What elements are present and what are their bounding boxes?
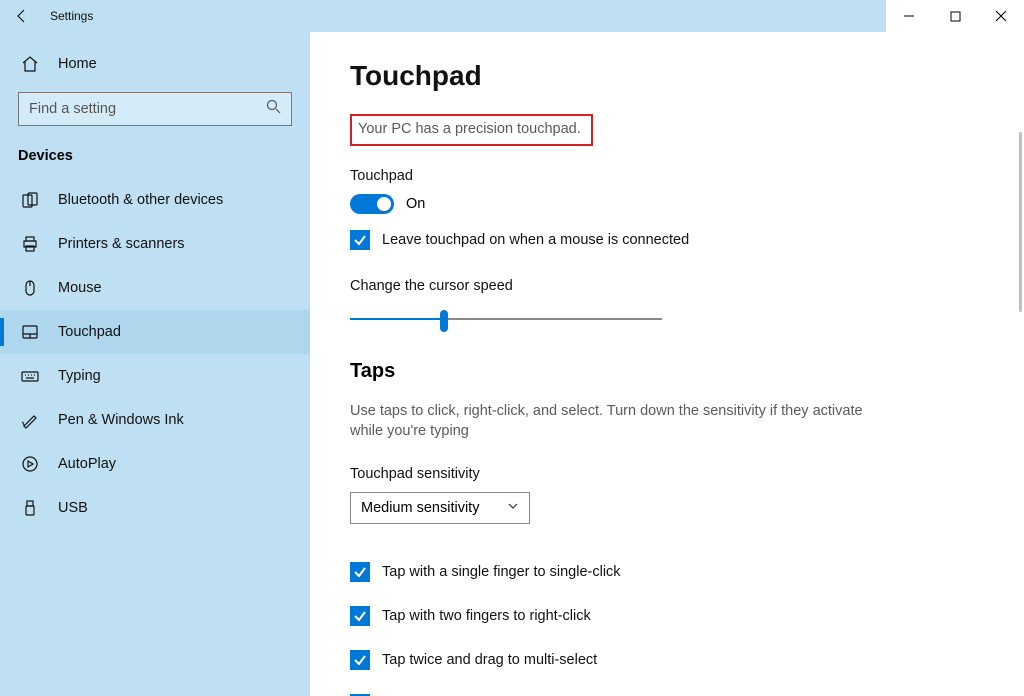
leave-on-checkbox[interactable]	[350, 230, 370, 250]
close-button[interactable]	[978, 0, 1024, 32]
sidebar-item-label: Printers & scanners	[58, 236, 185, 252]
sidebar-item-autoplay[interactable]: AutoPlay	[0, 442, 310, 486]
sidebar-item-mouse[interactable]: Mouse	[0, 266, 310, 310]
sensitivity-value: Medium sensitivity	[361, 500, 479, 516]
sidebar: Home Devices Bluetooth & other de	[0, 32, 310, 696]
sidebar-item-label: Pen & Windows Ink	[58, 412, 184, 428]
page-title: Touchpad	[350, 60, 984, 92]
sidebar-item-label: USB	[58, 500, 88, 516]
tap-single-click-label: Tap with a single finger to single-click	[382, 564, 621, 580]
sidebar-item-pen[interactable]: Pen & Windows Ink	[0, 398, 310, 442]
devices-icon	[20, 190, 40, 210]
tap-drag-label: Tap twice and drag to multi-select	[382, 652, 597, 668]
window-title: Settings	[50, 9, 93, 23]
sidebar-item-label: AutoPlay	[58, 456, 116, 472]
home-icon	[20, 54, 40, 74]
settings-window: Settings Home	[0, 0, 1024, 696]
search-icon	[266, 99, 281, 119]
sidebar-item-label: Bluetooth & other devices	[58, 192, 223, 208]
sidebar-item-label: Typing	[58, 368, 101, 384]
cursor-speed-label: Change the cursor speed	[350, 278, 984, 294]
autoplay-icon	[20, 454, 40, 474]
touchpad-toggle-state: On	[406, 196, 425, 212]
minimize-button[interactable]	[886, 0, 932, 32]
mouse-icon	[20, 278, 40, 298]
sidebar-item-label: Mouse	[58, 280, 102, 296]
tap-two-finger-label: Tap with two fingers to right-click	[382, 608, 591, 624]
sidebar-item-label: Touchpad	[58, 324, 121, 340]
sidebar-item-bluetooth[interactable]: Bluetooth & other devices	[0, 178, 310, 222]
titlebar: Settings	[0, 0, 1024, 32]
touchpad-toggle-label: Touchpad	[350, 168, 984, 184]
sidebar-item-typing[interactable]: Typing	[0, 354, 310, 398]
tap-single-click-checkbox[interactable]	[350, 562, 370, 582]
sidebar-item-usb[interactable]: USB	[0, 486, 310, 530]
precision-touchpad-text: Your PC has a precision touchpad.	[358, 121, 581, 137]
usb-icon	[20, 498, 40, 518]
touchpad-icon	[20, 322, 40, 342]
touchpad-toggle[interactable]	[350, 194, 394, 214]
search-box[interactable]	[18, 92, 292, 126]
home-nav[interactable]: Home	[0, 42, 310, 86]
main-content: Touchpad Your PC has a precision touchpa…	[310, 32, 1024, 696]
tap-drag-checkbox[interactable]	[350, 650, 370, 670]
sidebar-item-printers[interactable]: Printers & scanners	[0, 222, 310, 266]
chevron-down-icon	[507, 500, 519, 516]
window-controls	[886, 0, 1024, 32]
search-input[interactable]	[29, 101, 266, 117]
maximize-button[interactable]	[932, 0, 978, 32]
keyboard-icon	[20, 366, 40, 386]
taps-description: Use taps to click, right-click, and sele…	[350, 401, 870, 442]
cursor-speed-slider[interactable]	[350, 308, 662, 332]
precision-touchpad-callout: Your PC has a precision touchpad.	[350, 114, 593, 146]
sidebar-nav: Bluetooth & other devices Printers & sca…	[0, 178, 310, 530]
sensitivity-label: Touchpad sensitivity	[350, 466, 984, 482]
tap-two-finger-checkbox[interactable]	[350, 606, 370, 626]
printer-icon	[20, 234, 40, 254]
back-button[interactable]	[0, 0, 44, 32]
scrollbar[interactable]	[1010, 32, 1024, 696]
sidebar-item-touchpad[interactable]: Touchpad	[0, 310, 310, 354]
sensitivity-dropdown[interactable]: Medium sensitivity	[350, 492, 530, 524]
sidebar-section-label: Devices	[0, 126, 310, 178]
taps-heading: Taps	[350, 360, 984, 383]
home-label: Home	[58, 56, 97, 72]
pen-icon	[20, 410, 40, 430]
leave-on-label: Leave touchpad on when a mouse is connec…	[382, 232, 689, 248]
